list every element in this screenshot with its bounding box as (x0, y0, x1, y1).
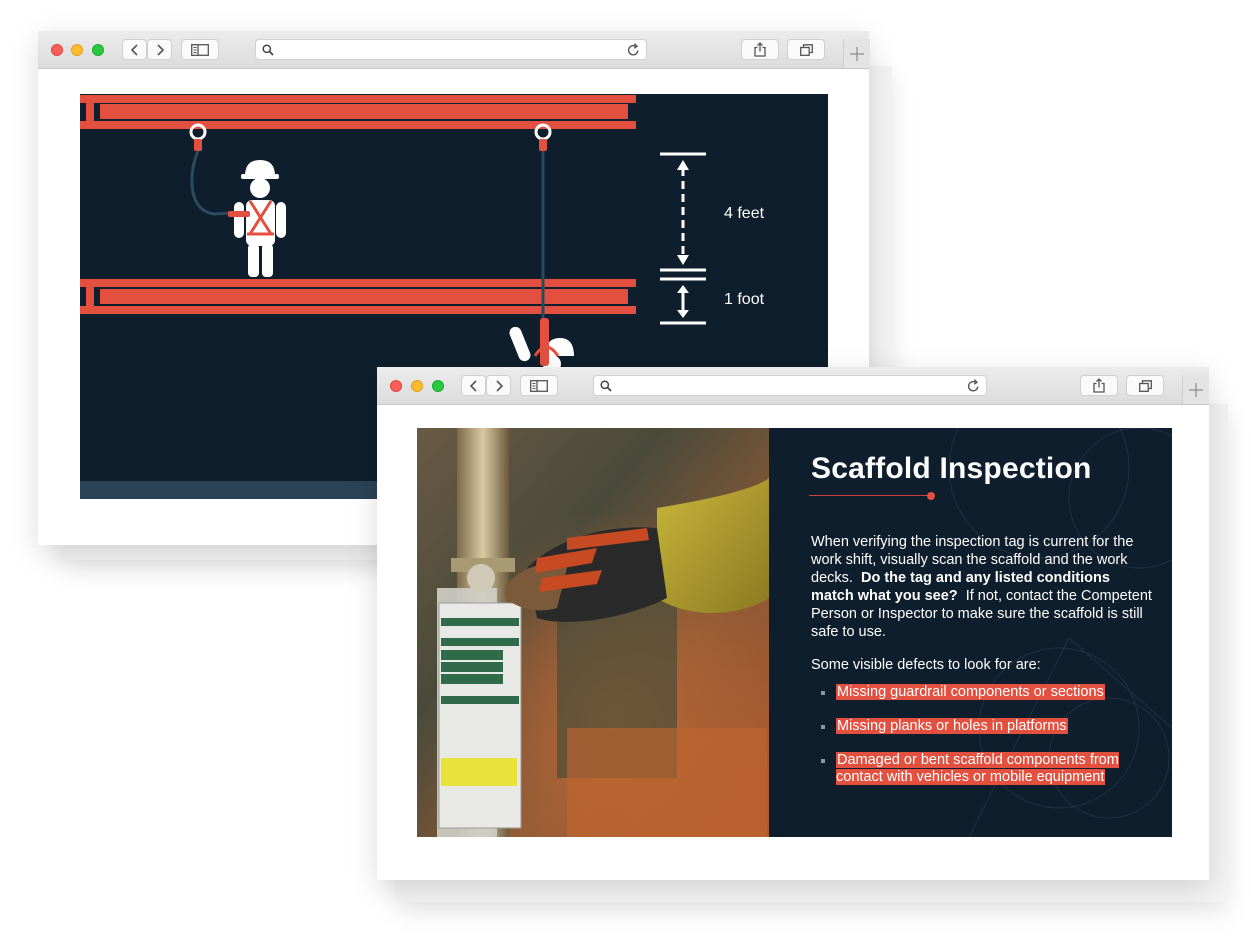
sidebar-icon (530, 379, 548, 392)
address-bar[interactable] (593, 375, 987, 396)
back-icon (130, 43, 138, 56)
reload-icon[interactable] (967, 379, 980, 393)
tabs-icon (1138, 379, 1152, 392)
slide-title: Scaffold Inspection (811, 452, 1092, 485)
search-icon (262, 44, 274, 56)
minimize-button[interactable] (71, 44, 83, 56)
tabs-icon (799, 43, 813, 56)
measure-lower-label: 1 foot (724, 291, 765, 308)
defects-lead: Some visible defects to look for are: (811, 657, 1041, 673)
defect-text: Missing guardrail components or sections (836, 684, 1105, 700)
bullet-marker (821, 759, 825, 763)
forward-icon (156, 43, 164, 56)
title-underline (809, 495, 929, 496)
share-icon (754, 42, 766, 57)
bullet-marker (821, 725, 825, 729)
back-icon (469, 379, 477, 392)
measure-upper-label: 4 feet (724, 205, 765, 222)
plus-icon (1189, 382, 1203, 397)
back-toolbar (38, 31, 870, 69)
search-icon (600, 380, 612, 392)
slide-text-panel: Scaffold Inspection When verifying the i… (769, 428, 1172, 837)
new-tab-button[interactable] (1182, 375, 1209, 404)
close-button[interactable] (390, 380, 402, 392)
plus-icon (850, 46, 864, 61)
scaffold-inspection-slide: Scaffold Inspection When verifying the i… (417, 428, 1172, 837)
forward-button[interactable] (147, 39, 172, 60)
forward-icon (495, 379, 503, 392)
lower-i-beam (80, 279, 636, 314)
defect-text: Damaged or bent scaffold components from… (836, 752, 1119, 785)
sidebar-icon (191, 43, 209, 56)
address-bar[interactable] (255, 39, 647, 60)
sidebar-button[interactable] (520, 375, 558, 396)
share-icon (1093, 378, 1105, 393)
upper-i-beam (80, 95, 636, 129)
tabs-button[interactable] (1126, 375, 1164, 396)
share-button[interactable] (741, 39, 779, 60)
back-button[interactable] (461, 375, 486, 396)
front-browser-window: Scaffold Inspection When verifying the i… (377, 367, 1209, 880)
new-tab-button[interactable] (843, 39, 870, 68)
measurement-marker (660, 152, 706, 325)
defect-text: Missing planks or holes in platforms (836, 718, 1068, 734)
front-toolbar (377, 367, 1209, 405)
back-button[interactable] (122, 39, 147, 60)
photo-graphic (417, 428, 769, 837)
title-underline-dot (927, 492, 935, 500)
zoom-button[interactable] (432, 380, 444, 392)
inspection-paragraph: When verifying the inspection tag is cur… (811, 533, 1156, 641)
zoom-button[interactable] (92, 44, 104, 56)
close-button[interactable] (51, 44, 63, 56)
minimize-button[interactable] (411, 380, 423, 392)
tabs-button[interactable] (787, 39, 825, 60)
sidebar-button[interactable] (181, 39, 219, 60)
bullet-marker (821, 691, 825, 695)
forward-button[interactable] (486, 375, 511, 396)
reload-icon[interactable] (627, 43, 640, 57)
inspection-tag-photo (417, 428, 769, 837)
share-button[interactable] (1080, 375, 1118, 396)
